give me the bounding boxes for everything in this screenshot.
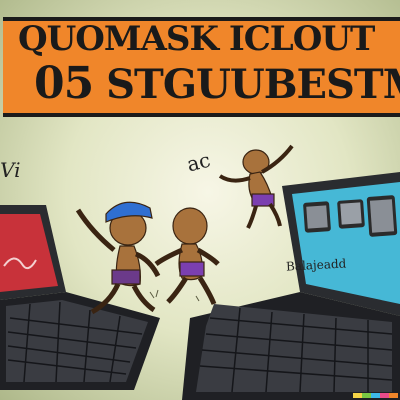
scribble-left: Vi <box>0 158 21 182</box>
figure-blue-cap <box>75 201 161 315</box>
illustration: QUOMASK ICLOUT 05 STGUUBESTMD <box>0 0 400 400</box>
strip-swatch-5 <box>389 393 398 398</box>
figure-dancing <box>218 144 294 229</box>
strip-swatch-4 <box>380 393 389 398</box>
figure-purple-shorts <box>154 207 220 305</box>
strip-swatch-3 <box>371 393 380 398</box>
strip-swatch-2 <box>362 393 371 398</box>
right-laptop <box>182 172 400 400</box>
laptops-and-figures-art <box>0 144 400 400</box>
strip-swatch-1 <box>353 393 362 398</box>
scribble-top: ac <box>184 147 213 177</box>
color-strip <box>353 393 398 398</box>
